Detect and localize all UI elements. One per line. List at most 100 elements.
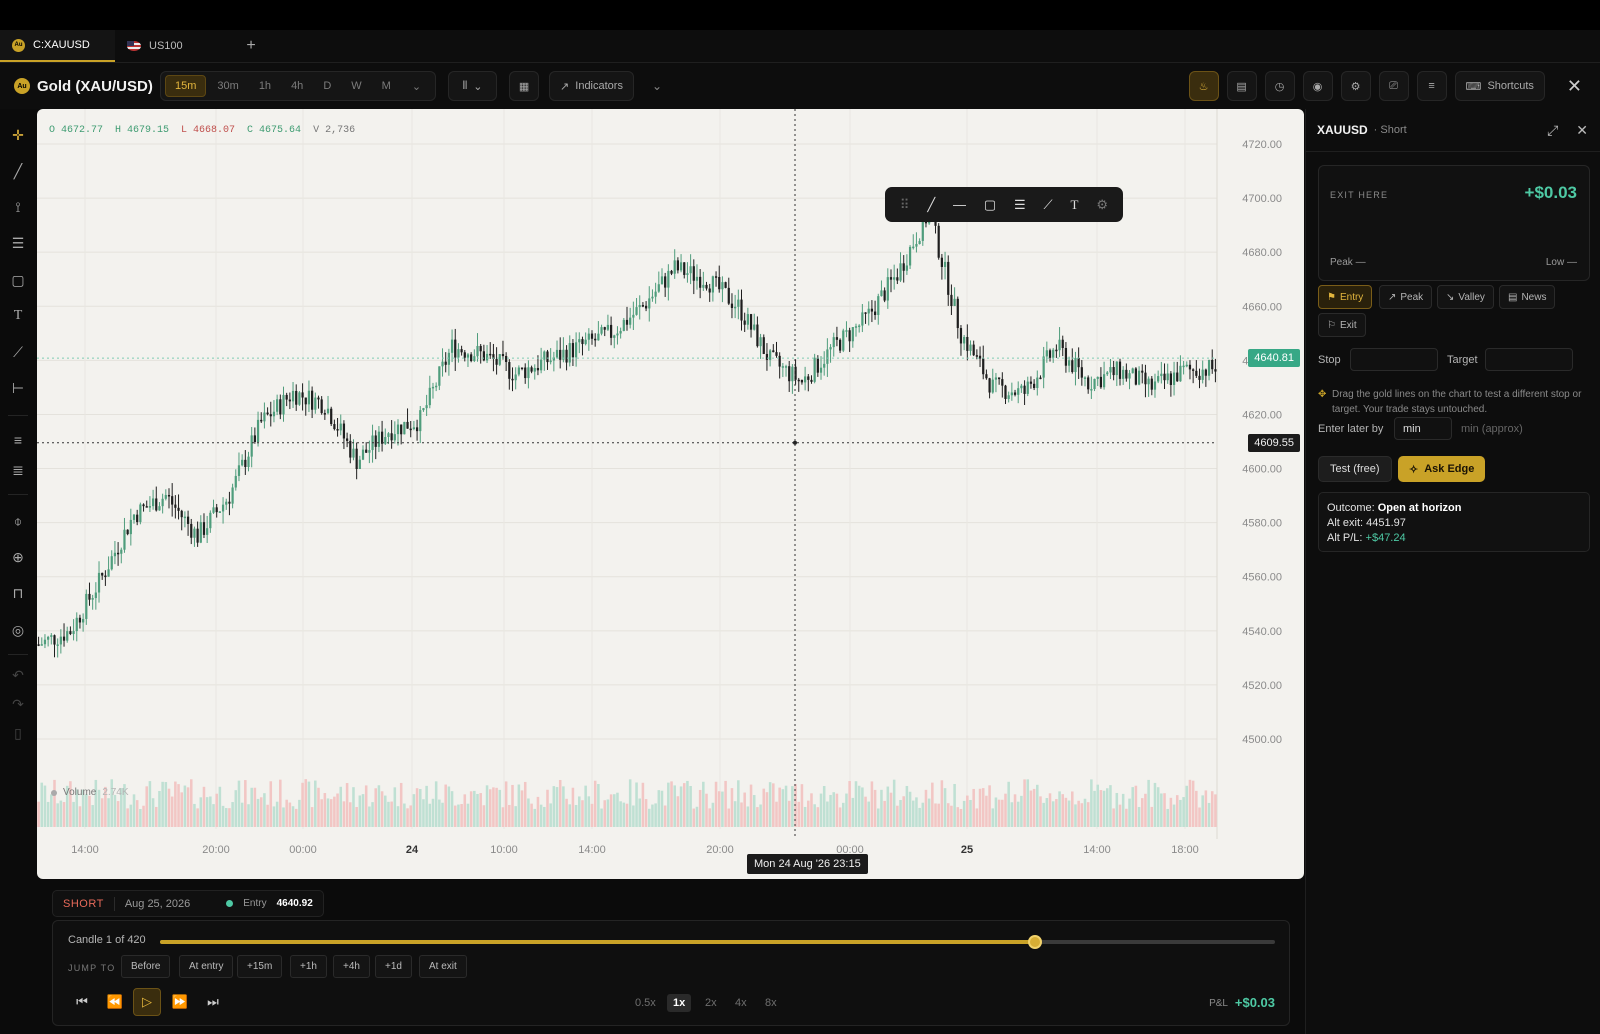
candle-body bbox=[116, 552, 120, 555]
timeframe-1h[interactable]: 1h bbox=[250, 75, 280, 97]
ask-edge-button[interactable]: ✧ Ask Edge bbox=[1398, 456, 1486, 482]
ruler-icon[interactable]: ⟋ bbox=[1044, 197, 1053, 213]
chip-news[interactable]: ▤ News bbox=[1499, 285, 1556, 309]
symbol-selector[interactable]: Au Gold (XAU/USD) bbox=[0, 78, 158, 95]
jump-at-entry-button[interactable]: At entry bbox=[179, 955, 234, 978]
chevron-down-icon[interactable]: ⌄ bbox=[402, 75, 431, 97]
jump-at-exit-button[interactable]: At exit bbox=[419, 955, 467, 978]
target-input[interactable] bbox=[1485, 348, 1573, 371]
candle-body bbox=[1029, 381, 1033, 384]
candle-body bbox=[788, 366, 791, 382]
chip-valley[interactable]: ↘ Valley bbox=[1437, 285, 1494, 309]
speed-0-5x[interactable]: 0.5x bbox=[629, 994, 662, 1012]
timeframe-m[interactable]: M bbox=[373, 75, 400, 97]
jump-before-button[interactable]: Before bbox=[121, 955, 171, 978]
chip-entry[interactable]: ⚑ Entry bbox=[1318, 285, 1373, 309]
crosshair-icon[interactable]: ✛ bbox=[9, 126, 27, 144]
speed-2x[interactable]: 2x bbox=[699, 994, 723, 1012]
horizontal-line-icon[interactable]: — bbox=[953, 197, 966, 212]
path-icon[interactable]: ⟟ bbox=[9, 198, 27, 216]
chart-type-button[interactable]: ⫴ ⌄ bbox=[448, 71, 498, 101]
candle-body bbox=[886, 277, 889, 301]
enter-later-input[interactable]: min bbox=[1394, 417, 1452, 440]
chip-peak[interactable]: ↗ Peak bbox=[1379, 285, 1433, 309]
eye-icon[interactable]: ◎ bbox=[9, 621, 27, 639]
jump-15m-button[interactable]: +15m bbox=[237, 955, 283, 978]
trendline-icon[interactable]: ╱ bbox=[927, 197, 935, 213]
layout-button[interactable]: ▦ bbox=[509, 71, 540, 101]
trash-icon[interactable]: ▯ bbox=[9, 724, 27, 742]
skip-end-icon[interactable]: ⏭ bbox=[199, 988, 227, 1016]
timeframe-d[interactable]: D bbox=[314, 75, 340, 97]
shortcuts-button[interactable]: ⌨ Shortcuts bbox=[1454, 71, 1545, 101]
magnet-icon[interactable]: ⌽ bbox=[9, 512, 27, 530]
rectangle-icon[interactable]: ▢ bbox=[984, 197, 996, 213]
timeframe-4h[interactable]: 4h bbox=[282, 75, 312, 97]
rectangle-icon[interactable]: ▢ bbox=[9, 271, 27, 289]
timeframe-w[interactable]: W bbox=[342, 75, 370, 97]
screenshot-button[interactable]: ◉ bbox=[1302, 71, 1333, 101]
settings-icon[interactable]: ⚙ bbox=[1096, 197, 1108, 213]
jump-4h-button[interactable]: +4h bbox=[333, 955, 370, 978]
alerts-button[interactable]: ◷ bbox=[1264, 71, 1295, 101]
price-chart[interactable]: 4720.004700.004680.004660.004640.004620.… bbox=[37, 109, 1304, 879]
chip-exit[interactable]: ⚐ Exit bbox=[1318, 313, 1366, 337]
text-icon[interactable]: T bbox=[1071, 197, 1079, 213]
measure-icon[interactable]: ⊢ bbox=[9, 379, 27, 397]
candle-body bbox=[352, 448, 355, 458]
tab-xauusd[interactable]: Au C:XAUUSD bbox=[0, 30, 115, 62]
fib-icon[interactable]: ☰ bbox=[1014, 197, 1026, 213]
zoom-in-icon[interactable]: ⊕ bbox=[9, 548, 27, 566]
volume-bar bbox=[1125, 808, 1128, 827]
add-tab-button[interactable]: + bbox=[236, 30, 266, 62]
drag-hint: Drag the gold lines on the chart to test… bbox=[1318, 387, 1590, 417]
ruler-icon[interactable]: ⟋ bbox=[9, 343, 27, 361]
candle-body bbox=[326, 408, 330, 414]
replay-slider[interactable] bbox=[160, 935, 1275, 949]
test-free-button[interactable]: Test (free) bbox=[1318, 456, 1392, 482]
chevron-down-icon[interactable]: ⌄ bbox=[652, 79, 662, 93]
skip-start-icon[interactable]: ⏮ bbox=[68, 988, 96, 1016]
timeframe-15m[interactable]: 15m bbox=[165, 75, 207, 97]
fire-button[interactable]: ♨ bbox=[1188, 71, 1219, 101]
settings-button[interactable]: ⚙ bbox=[1340, 71, 1371, 101]
volume-bar bbox=[167, 788, 171, 827]
undo-icon[interactable]: ↶ bbox=[9, 666, 27, 684]
redo-icon[interactable]: ↷ bbox=[9, 695, 27, 713]
chart-canvas[interactable]: 4720.004700.004680.004660.004640.004620.… bbox=[37, 109, 1304, 879]
volume-bar bbox=[145, 786, 149, 827]
timeframe-30m[interactable]: 30m bbox=[208, 75, 247, 97]
jump-1d-button[interactable]: +1d bbox=[375, 955, 412, 978]
volume-bar bbox=[873, 789, 877, 827]
jump-1h-button[interactable]: +1h bbox=[290, 955, 327, 978]
list-button[interactable]: ≡ bbox=[1416, 71, 1447, 101]
close-icon[interactable]: ✕ bbox=[1567, 76, 1582, 97]
close-icon[interactable]: ✕ bbox=[1576, 122, 1588, 139]
rewind-icon[interactable]: ⏪ bbox=[101, 988, 129, 1016]
volume-bar bbox=[765, 792, 769, 827]
chip-label: Valley bbox=[1458, 291, 1485, 303]
fib-icon[interactable]: ☰ bbox=[9, 234, 27, 252]
replay-slider-thumb[interactable] bbox=[1028, 935, 1043, 949]
replay-button[interactable]: ⎚ bbox=[1378, 71, 1409, 101]
candle-body bbox=[501, 354, 505, 356]
speed-8x[interactable]: 8x bbox=[759, 994, 783, 1012]
trend-up-icon: ↗ bbox=[1388, 291, 1397, 303]
expand-icon[interactable]: ⤢ bbox=[1547, 122, 1558, 139]
speed-1x[interactable]: 1x bbox=[667, 994, 692, 1012]
tab-us100[interactable]: US100 bbox=[115, 30, 230, 62]
volume-bar bbox=[660, 790, 664, 827]
speed-4x[interactable]: 4x bbox=[729, 994, 753, 1012]
play-button[interactable]: ▷ bbox=[133, 988, 161, 1016]
fast-forward-icon[interactable]: ⏩ bbox=[166, 988, 194, 1016]
indicator-lines-icon[interactable]: ≡ bbox=[9, 431, 27, 449]
indicator-lines-alt-icon[interactable]: ≣ bbox=[9, 461, 27, 479]
calendar-button[interactable]: ▤ bbox=[1226, 71, 1257, 101]
text-icon[interactable]: T bbox=[9, 307, 27, 325]
indicators-button[interactable]: ↗ Indicators bbox=[549, 71, 634, 101]
candle-body bbox=[670, 270, 673, 274]
trendline-icon[interactable]: ╱ bbox=[9, 162, 27, 180]
drag-handle-icon[interactable]: ⠿ bbox=[900, 197, 910, 213]
stop-input[interactable] bbox=[1350, 348, 1438, 371]
lock-icon[interactable]: ⊓ bbox=[9, 584, 27, 602]
